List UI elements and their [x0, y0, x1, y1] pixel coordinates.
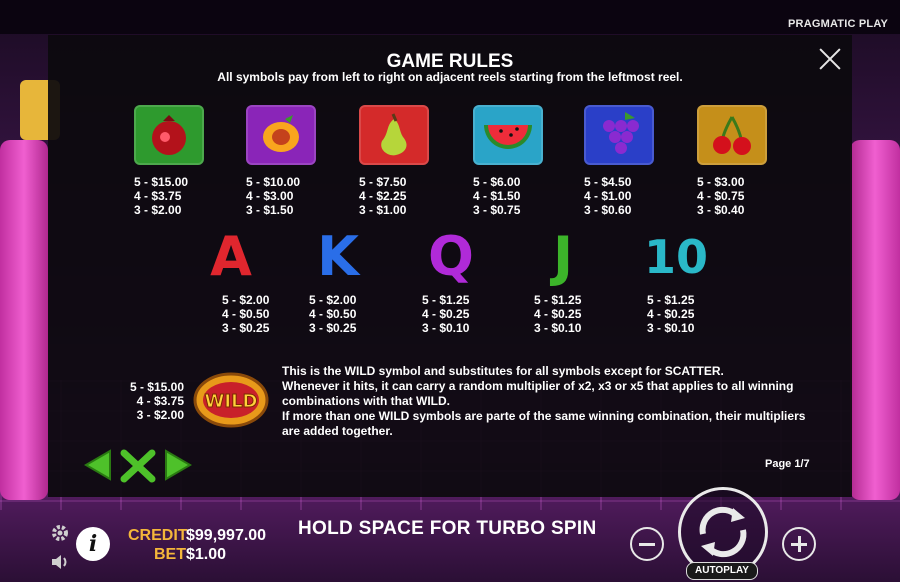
decrease-bet-button[interactable] [630, 527, 664, 561]
paytable-values: 5 - $1.25 4 - $0.25 3 - $0.10 [647, 293, 695, 335]
letter-a-icon: A [210, 225, 252, 288]
autoplay-button[interactable]: AUTOPLAY [686, 562, 758, 580]
next-page-arrow-icon[interactable] [165, 449, 192, 481]
credit-label: CREDIT [128, 527, 188, 544]
pomegranate-icon [134, 105, 204, 165]
page-navigation [84, 445, 194, 485]
watermelon-icon [473, 105, 543, 165]
symbol-peach: 5 - $10.00 4 - $3.00 3 - $1.50 [246, 105, 346, 217]
top-bar [0, 0, 900, 34]
paytable-values: 5 - $15.00 4 - $3.75 3 - $2.00 [134, 175, 189, 217]
peach-icon [246, 105, 316, 165]
slot-machine-left-frame [0, 140, 48, 500]
symbol-q: Q 5 - $1.25 4 - $0.25 3 - $0.10 [416, 225, 516, 336]
symbol-pomegranate: 5 - $15.00 4 - $3.75 3 - $2.00 [134, 105, 234, 217]
paytable-values: 5 - $4.50 4 - $1.00 3 - $0.60 [584, 175, 632, 217]
paytable-values: 5 - $1.25 4 - $0.25 3 - $0.10 [534, 293, 582, 335]
game-rules-panel: GAME RULES All symbols pay from left to … [48, 35, 852, 497]
paytable-values: 5 - $1.25 4 - $0.25 3 - $0.10 [422, 293, 470, 335]
minus-icon [639, 543, 655, 546]
wild-description: This is the WILD symbol and substitutes … [282, 364, 806, 438]
increase-bet-button[interactable] [782, 527, 816, 561]
paytable-values: 5 - $3.00 4 - $0.75 3 - $0.40 [697, 175, 745, 217]
previous-page-arrow-icon[interactable] [84, 449, 111, 481]
slot-machine-right-frame [850, 140, 900, 500]
sound-icon[interactable] [50, 553, 70, 576]
paytable-values: 5 - $2.00 4 - $0.50 3 - $0.25 [222, 293, 270, 335]
paytable-values: 5 - $10.00 4 - $3.00 3 - $1.50 [246, 175, 301, 217]
paytable-values: 5 - $2.00 4 - $0.50 3 - $0.25 [309, 293, 357, 335]
letter-k-icon: K [317, 225, 359, 288]
plus-icon-vertical [797, 536, 801, 552]
symbol-pear: 5 - $7.50 4 - $2.25 3 - $1.00 [359, 105, 459, 217]
symbol-a: A 5 - $2.00 4 - $0.50 3 - $0.25 [196, 225, 296, 336]
symbol-10: 10 5 - $1.25 4 - $0.25 3 - $0.10 [641, 227, 741, 335]
close-icon[interactable] [818, 47, 842, 71]
bottom-control-bar: i CREDIT $99,997.00 BET $1.00 HOLD SPACE… [0, 487, 900, 582]
page-indicator: Page 1/7 [765, 458, 810, 470]
letter-q-icon: Q [428, 225, 474, 288]
symbol-watermelon: 5 - $6.00 4 - $1.50 3 - $0.75 [473, 105, 573, 217]
symbol-grapes: 5 - $4.50 4 - $1.00 3 - $0.60 [584, 105, 684, 217]
wild-symbol-icon: WILD [191, 370, 271, 430]
credit-value: $99,997.00 [186, 527, 267, 544]
paytable-values: 5 - $7.50 4 - $2.25 3 - $1.00 [359, 175, 407, 217]
provider-logo: PRAGMATIC PLAY [788, 18, 888, 30]
cherries-icon [697, 105, 767, 165]
close-rules-x-icon[interactable] [120, 449, 156, 483]
letter-j-icon: J [552, 225, 574, 288]
info-icon[interactable]: i [76, 527, 110, 561]
symbol-cherries: 5 - $3.00 4 - $0.75 3 - $0.40 [697, 105, 797, 217]
gear-icon[interactable] [50, 523, 70, 548]
number-10-icon: 10 [643, 230, 708, 284]
paytable-values: 5 - $6.00 4 - $1.50 3 - $0.75 [473, 175, 521, 217]
symbol-k: K 5 - $2.00 4 - $0.50 3 - $0.25 [303, 225, 403, 336]
pear-icon [359, 105, 429, 165]
grapes-icon [584, 105, 654, 165]
rules-subtitle: All symbols pay from left to right on ad… [217, 70, 683, 84]
bet-value: $1.00 [186, 546, 227, 563]
bet-label: BET [154, 546, 186, 563]
wild-paytable-values: 5 - $15.00 4 - $3.75 3 - $2.00 [129, 380, 184, 422]
symbol-j: J 5 - $1.25 4 - $0.25 3 - $0.10 [528, 225, 628, 336]
turbo-spin-hint: HOLD SPACE FOR TURBO SPIN [298, 518, 597, 539]
wild-badge-label: WILD [205, 391, 258, 412]
